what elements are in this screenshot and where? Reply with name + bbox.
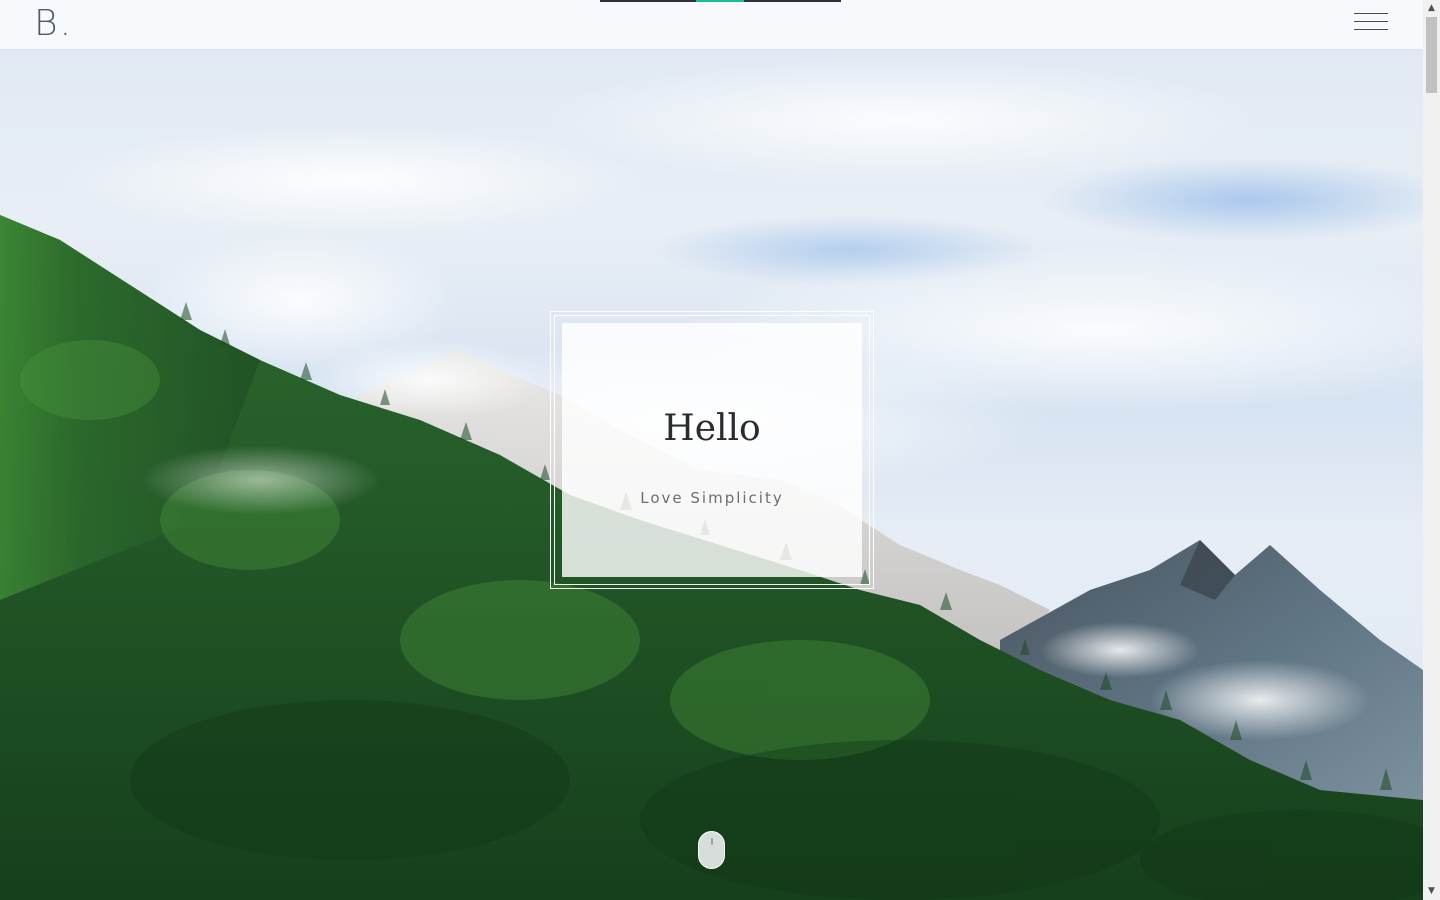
hero-card: Hello Love Simplicity xyxy=(562,323,862,577)
viewport: B. Hello Love Simplicity xyxy=(0,0,1423,900)
logo-dot: . xyxy=(59,3,74,44)
site-logo[interactable]: B. xyxy=(34,4,73,44)
page-progress-fill xyxy=(696,0,744,2)
menu-line xyxy=(1354,13,1388,14)
scrollbar-thumb[interactable] xyxy=(1426,17,1437,93)
mouse-scroll-icon[interactable] xyxy=(698,831,725,869)
scroll-up-arrow-icon[interactable]: ▲ xyxy=(1423,0,1440,17)
top-navigation-bar: B. xyxy=(0,0,1423,50)
page-progress-bar xyxy=(600,0,841,2)
scroll-down-arrow-icon[interactable]: ▼ xyxy=(1423,883,1440,900)
hero-subtitle: Love Simplicity xyxy=(640,489,784,507)
menu-line xyxy=(1354,29,1388,30)
page-scrollbar[interactable]: ▲ ▼ xyxy=(1423,0,1440,900)
logo-letter: B xyxy=(34,3,60,44)
scroll-wheel xyxy=(711,838,713,845)
menu-line xyxy=(1354,21,1388,22)
hamburger-menu-icon[interactable] xyxy=(1352,10,1390,36)
hero-title: Hello xyxy=(663,408,761,449)
